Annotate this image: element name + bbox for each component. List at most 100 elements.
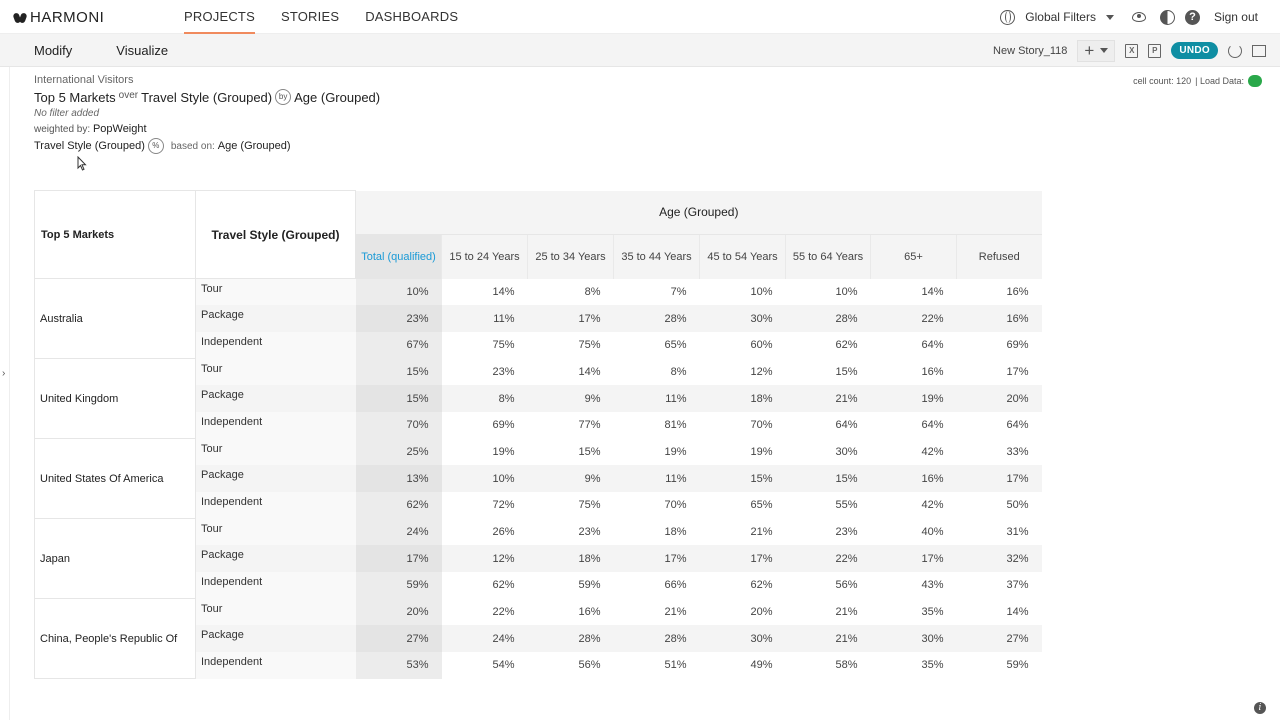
globe-icon[interactable]	[1000, 9, 1016, 25]
value-cell: 31%	[1006, 526, 1029, 539]
value-cell: 16%	[921, 365, 944, 378]
value-cell: 15%	[785, 465, 871, 492]
value-cell: 19%	[664, 445, 687, 458]
travel-style-label: Package	[195, 545, 356, 573]
value-cell: 69%	[492, 419, 515, 432]
value-cell: 19%	[750, 445, 773, 458]
value-cell: 14%	[578, 365, 601, 378]
value-cell: 75%	[492, 339, 515, 352]
value-cell: 59%	[578, 579, 601, 592]
column-header: 35 to 44 Years	[613, 234, 700, 279]
refresh-icon[interactable]	[1228, 43, 1242, 58]
total-cell: 20%	[355, 598, 442, 626]
weighted-by-label: weighted by:	[34, 124, 91, 135]
value-cell: 16%	[956, 305, 1042, 332]
percent-variable[interactable]: Travel Style (Grouped)	[34, 140, 145, 152]
value-cell: 81%	[664, 419, 687, 432]
travel-style-label: Package	[195, 305, 356, 332]
value-cell: 49%	[750, 659, 773, 672]
value-cell: 17%	[870, 545, 957, 573]
total-cell: 17%	[355, 545, 442, 573]
total-cell: 13%	[355, 465, 442, 492]
value-cell: 54%	[492, 659, 515, 672]
value-cell: 16%	[578, 606, 601, 619]
sign-out-link[interactable]: Sign out	[1214, 10, 1258, 24]
over-label: over	[118, 89, 139, 101]
value-cell: 33%	[1006, 445, 1029, 458]
brand-name: HARMONI	[30, 9, 105, 26]
value-cell: 8%	[670, 365, 687, 378]
undo-button[interactable]: UNDO	[1171, 42, 1218, 59]
total-cell: 27%	[355, 625, 442, 653]
cell-count: cell count: 120 | Load Data:	[1133, 75, 1267, 87]
total-cell: 53%	[355, 652, 442, 679]
value-cell: 22%	[785, 545, 871, 573]
value-cell: 15%	[835, 365, 858, 378]
tab-stories[interactable]: STORIES	[281, 0, 339, 34]
value-cell: 62%	[750, 579, 773, 592]
total-cell: 10%	[355, 278, 442, 306]
chevron-down-icon[interactable]	[1105, 14, 1114, 20]
travel-style-label: Independent	[195, 411, 356, 439]
eye-icon[interactable]	[1131, 12, 1146, 22]
value-cell: 26%	[492, 526, 515, 539]
value-cell: 8%	[441, 385, 528, 412]
total-cell: 59%	[355, 572, 442, 599]
global-filters-button[interactable]: Global Filters	[1025, 10, 1096, 24]
load-data-toggle[interactable]	[1248, 75, 1267, 87]
excel-export-icon[interactable]: X	[1125, 43, 1139, 58]
column-header-total[interactable]: Total (qualified)	[355, 234, 442, 279]
share-icon[interactable]	[1252, 44, 1266, 57]
market-label: United States Of America	[34, 438, 196, 520]
nested-variable[interactable]: Travel Style (Grouped)	[141, 90, 272, 105]
value-cell: 8%	[584, 285, 601, 298]
logo-mark-icon	[14, 12, 27, 24]
harmoni-logo[interactable]: HARMONI	[14, 9, 104, 26]
travel-style-label: Independent	[195, 652, 356, 679]
powerpoint-export-icon[interactable]: P	[1148, 43, 1162, 58]
expand-sidebar-icon[interactable]: ›	[2, 368, 5, 379]
info-icon[interactable]: i	[1254, 702, 1266, 714]
story-name[interactable]: New Story_118	[993, 45, 1067, 57]
value-cell: 23%	[835, 526, 858, 539]
modify-button[interactable]: Modify	[34, 43, 72, 58]
value-cell: 19%	[492, 445, 515, 458]
value-cell: 17%	[613, 545, 700, 573]
tab-projects[interactable]: PROJECTS	[184, 0, 255, 34]
visualize-button[interactable]: Visualize	[116, 43, 168, 58]
plus-icon: +	[1084, 41, 1095, 60]
value-cell: 21%	[664, 606, 687, 619]
column-variable[interactable]: Age (Grouped)	[294, 90, 380, 105]
row-variable[interactable]: Top 5 Markets	[34, 90, 116, 105]
filter-status: No filter added	[34, 108, 100, 119]
help-icon[interactable]: ?	[1184, 9, 1200, 25]
weight-info: weighted by: PopWeight	[34, 123, 380, 135]
value-cell: 14%	[1006, 606, 1029, 619]
market-label: Australia	[34, 278, 196, 360]
tab-dashboards[interactable]: DASHBOARDS	[365, 0, 458, 34]
weight-variable[interactable]: PopWeight	[93, 123, 147, 135]
value-cell: 42%	[921, 445, 944, 458]
add-to-story-button[interactable]: +	[1077, 39, 1116, 62]
table-body: Australia Tour 10% 14% 8% 7% 10% 10% 14% 16% Packa…	[34, 278, 1042, 680]
toolbar: Modify Visualize New Story_118 + X P UND…	[0, 34, 1280, 67]
side-panel-edge	[9, 67, 10, 720]
table-row: Japan Tour 24% 26% 23% 18% 21% 23% 40% 31%	[34, 518, 1042, 600]
value-cell: 64%	[921, 419, 944, 432]
column-header: 65+	[870, 234, 957, 279]
percent-icon: %	[147, 138, 164, 154]
cell-count-label: cell count: 120	[1133, 76, 1192, 86]
based-on-variable[interactable]: Age (Grouped)	[218, 140, 291, 152]
nested-header: Travel Style (Grouped)	[195, 190, 356, 279]
value-cell: 59%	[1006, 659, 1029, 672]
value-cell: 35%	[921, 659, 944, 672]
mouse-cursor-icon	[77, 156, 87, 171]
travel-style-label: Package	[195, 625, 356, 653]
value-cell: 24%	[441, 625, 528, 653]
contrast-icon[interactable]	[1159, 9, 1175, 25]
total-cell: 25%	[355, 438, 442, 466]
value-cell: 14%	[492, 285, 515, 298]
total-cell: 15%	[355, 358, 442, 386]
by-icon: by	[275, 89, 292, 105]
value-cell: 22%	[870, 305, 957, 332]
